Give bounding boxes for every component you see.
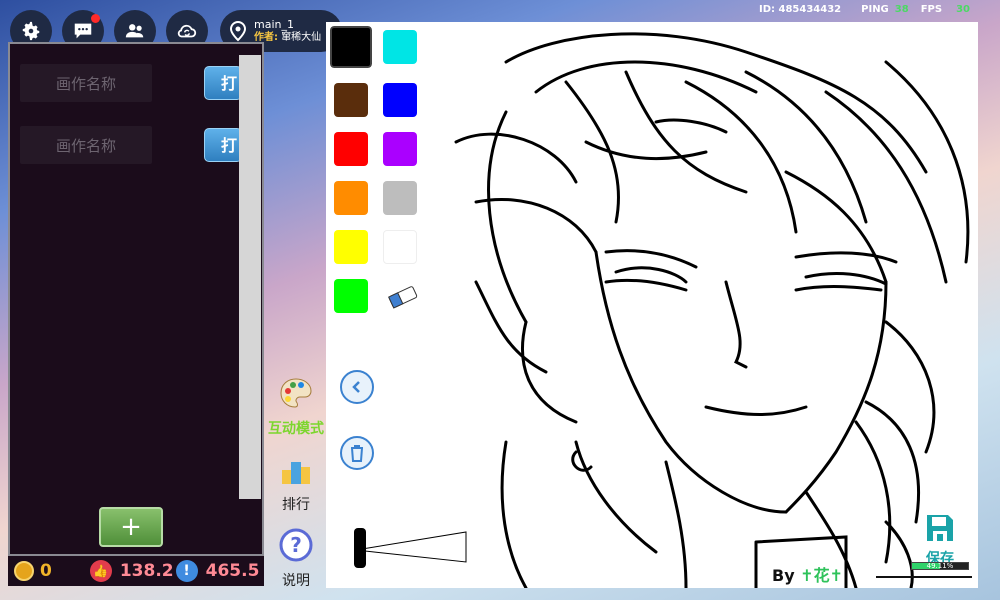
brush-size-slider[interactable] xyxy=(354,528,366,568)
author-name: 窜稀大仙 xyxy=(281,32,322,43)
ping-value: 38 xyxy=(894,4,909,15)
color-swatch-orange[interactable] xyxy=(334,181,368,215)
coin-count: 0 xyxy=(40,561,52,581)
player-id: ID: 485434432 xyxy=(759,4,842,15)
color-swatch-yellow[interactable] xyxy=(334,230,368,264)
floppy-disk-icon xyxy=(927,515,953,541)
coin-icon xyxy=(14,561,34,581)
chevron-left-icon xyxy=(352,381,360,393)
podium-icon xyxy=(282,462,310,484)
add-drawing-button[interactable]: + xyxy=(99,507,163,547)
clear-button[interactable] xyxy=(340,436,374,470)
map-title: main_1 xyxy=(254,18,294,31)
question-icon: ? xyxy=(279,528,313,562)
eraser-button[interactable] xyxy=(386,284,420,314)
ping-label: PING xyxy=(861,4,889,15)
help-label: 说明 xyxy=(282,573,310,589)
ranking-label: 排行 xyxy=(282,497,310,513)
sketch-artwork xyxy=(355,32,970,588)
ranking-button[interactable]: 排行 xyxy=(266,454,326,514)
map-pin-icon xyxy=(229,21,247,42)
color-swatch-cyan[interactable] xyxy=(383,30,417,64)
drawing-canvas[interactable] xyxy=(326,22,978,588)
status-bar: ID: 485434432 PING 38 FPS 30 xyxy=(759,4,970,15)
undo-button[interactable] xyxy=(340,370,374,404)
cloud-refresh-icon xyxy=(177,24,197,38)
divider-line xyxy=(876,576,972,578)
color-swatch-green[interactable] xyxy=(334,279,368,313)
fps-label: FPS xyxy=(920,4,943,15)
currency-bar: 0 👍 138.2 ! 465.5 xyxy=(8,556,264,586)
color-swatch-blue[interactable] xyxy=(383,83,417,117)
color-swatch-red[interactable] xyxy=(334,132,368,166)
gear-icon xyxy=(22,21,40,41)
scrollbar[interactable] xyxy=(239,55,261,499)
score-count: 465.5 xyxy=(205,561,260,581)
progress-text: 49.11% xyxy=(926,562,954,570)
color-swatch-brown[interactable] xyxy=(334,83,368,117)
artist-credit: By ✝花✝ xyxy=(772,562,843,586)
upload-progress-bar: 49.11% xyxy=(911,562,969,570)
drawing-name-field[interactable]: 画作名称 xyxy=(20,126,152,164)
drawing-name-field[interactable]: 画作名称 xyxy=(20,64,152,102)
color-swatch-purple[interactable] xyxy=(383,132,417,166)
open-button[interactable]: 打开 xyxy=(204,66,242,100)
trash-icon xyxy=(351,445,363,462)
help-button[interactable]: ? 说明 xyxy=(266,528,326,590)
thumbs-up-icon: 👍 xyxy=(89,560,112,582)
eraser-icon xyxy=(388,286,418,309)
open-button[interactable]: 打开 xyxy=(204,128,242,162)
artist-name: ✝花✝ xyxy=(800,566,844,585)
save-button[interactable]: 保存 xyxy=(920,512,960,568)
color-swatch-white[interactable] xyxy=(383,230,417,264)
palette-icon xyxy=(280,378,312,408)
notification-dot xyxy=(91,14,100,23)
color-swatch-black[interactable] xyxy=(328,24,374,70)
interactive-mode-label: 互动模式 xyxy=(268,421,324,437)
by-label: By xyxy=(772,566,795,585)
likes-count: 138.2 xyxy=(119,561,174,581)
svg-text:?: ? xyxy=(290,533,302,557)
exclamation-icon: ! xyxy=(175,560,198,582)
chat-icon xyxy=(74,23,92,39)
fps-value: 30 xyxy=(956,4,970,15)
drawing-list-panel xyxy=(8,42,264,556)
interactive-mode-button[interactable]: 互动模式 xyxy=(266,376,326,438)
list-item: 画作名称 打开 xyxy=(20,126,242,164)
list-item: 画作名称 打开 xyxy=(20,64,242,102)
color-swatch-gray[interactable] xyxy=(383,181,417,215)
people-icon xyxy=(125,24,144,38)
